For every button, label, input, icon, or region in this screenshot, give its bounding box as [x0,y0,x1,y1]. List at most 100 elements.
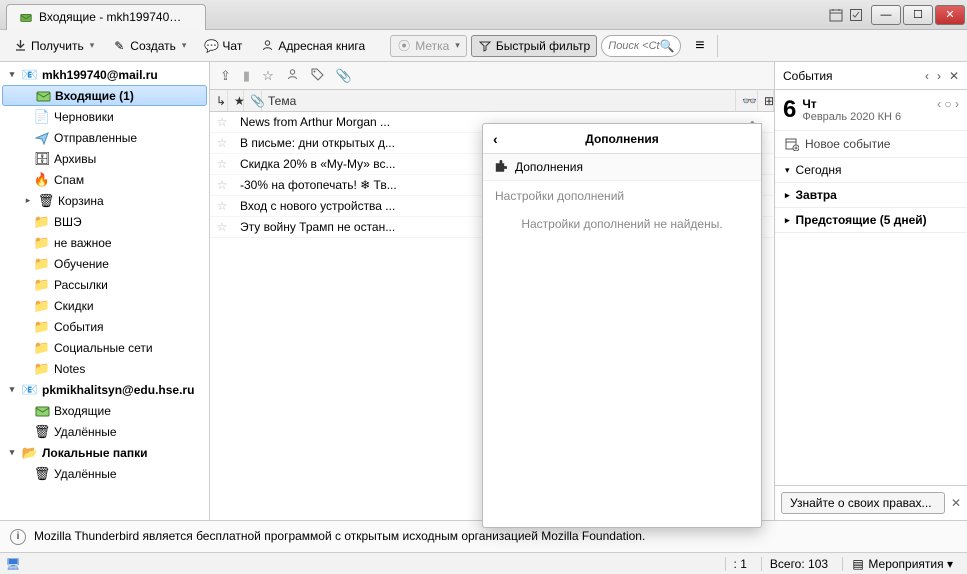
close-events-button[interactable]: ✕ [949,69,959,83]
close-icon[interactable]: ✕ [951,496,961,510]
folder-deleted[interactable]: 🗑Удалённые [0,463,209,484]
star-icon[interactable]: ☆ [210,136,234,150]
twisty-icon[interactable]: ▾ [6,69,18,80]
popup-title: Дополнения [585,132,658,146]
popup-addons-row[interactable]: Дополнения [483,154,761,181]
get-mail-button[interactable]: Получить▾ [6,35,101,57]
star-icon[interactable]: ☆ [210,115,234,129]
rights-button[interactable]: Узнайте о своих правах... [781,492,945,514]
window-buttons: — ☐ ✕ [869,5,965,25]
folder-generic[interactable]: 📁ВШЭ [0,211,209,232]
local-folders-icon: 📂 [22,445,38,461]
trash-icon: 🗑 [38,193,54,209]
app-menu-button[interactable]: ≡ [689,35,710,57]
unread-filter-icon[interactable]: ▮ [243,68,250,84]
folder-drafts[interactable]: 📄Черновики [0,106,209,127]
pin-icon[interactable]: ⇪ [220,68,231,84]
addon-icon [493,160,507,174]
new-event-button[interactable]: Новое событие [775,131,967,158]
twisty-icon[interactable]: ▸ [22,195,34,206]
chevron-down-icon[interactable]: ▾ [90,40,95,51]
next-button[interactable]: › [937,69,941,83]
pencil-icon: ✎ [112,39,126,53]
star-icon[interactable]: ☆ [210,157,234,171]
quick-filter-button[interactable]: Быстрый фильтр [471,35,597,57]
col-read[interactable]: 👓 [736,90,758,111]
folder-generic[interactable]: 📁Notes [0,358,209,379]
agenda-icon: ▤ [851,557,865,571]
close-button[interactable]: ✕ [935,5,965,25]
col-picker[interactable]: ⊞ [758,90,774,111]
maximize-button[interactable]: ☐ [903,5,933,25]
twisty-icon[interactable]: ▾ [6,384,18,395]
today-section[interactable]: ▾Сегодня [775,158,967,183]
trash-icon: 🗑 [34,466,50,482]
window-tab[interactable]: Входящие - mkh199740@mail.r [6,4,206,30]
status-bar: 🖥 : 1 Всего: 103 ▤ Мероприятия ▾ [0,552,967,574]
tasks-icon[interactable] [849,8,863,22]
folder-inbox[interactable]: Входящие (1) [2,85,207,106]
agenda-toggle[interactable]: ▤ Мероприятия ▾ [842,557,961,571]
addons-popup: ‹ Дополнения Дополнения Настройки дополн… [482,123,762,528]
folder-generic[interactable]: 📁Обучение [0,253,209,274]
folder-spam[interactable]: 🔥Спам [0,169,209,190]
day-of-week: Чт [802,97,816,111]
col-subject[interactable]: Тема [262,90,736,111]
folder-generic[interactable]: 📁Рассылки [0,274,209,295]
folder-icon: 📁 [34,319,50,335]
folder-trash[interactable]: ▸🗑Корзина [0,190,209,211]
folder-sent[interactable]: Отправленные [0,127,209,148]
chat-button[interactable]: 💬 Чат [197,35,249,57]
star-icon[interactable]: ☆ [210,220,234,234]
folder-icon: 📁 [34,214,50,230]
star-filter-icon[interactable]: ☆ [262,68,274,84]
events-header: События ‹ › ✕ [775,62,967,90]
col-attachment[interactable]: 📎 [244,90,262,111]
inbox-icon [34,403,50,419]
online-status-icon[interactable]: 🖥 [6,557,20,571]
mail-account-icon: 📧 [22,382,38,398]
minimize-button[interactable]: — [871,5,901,25]
chevron-down-icon[interactable]: ▾ [182,40,187,51]
prev-button[interactable]: ‹ [925,69,929,83]
inbox-icon [35,88,51,104]
global-search[interactable]: 🔍 [601,35,681,57]
calendar-icon[interactable] [829,8,843,22]
upcoming-section[interactable]: ▸Предстоящие (5 дней) [775,208,967,233]
chevron-down-icon[interactable]: ▾ [455,40,460,51]
folder-inbox[interactable]: Входящие [0,400,209,421]
folder-generic[interactable]: 📁Социальные сети [0,337,209,358]
contact-filter-icon[interactable] [286,68,299,84]
chevron-down-icon: ▾ [947,557,953,571]
date-display: 6 Чт ‹ ○ › Февраль 2020 КН 6 [775,90,967,131]
twisty-icon[interactable]: ▾ [6,447,18,458]
folder-icon: 📁 [34,235,50,251]
search-input[interactable] [608,40,660,52]
events-title: События [783,69,833,83]
folder-generic[interactable]: 📁События [0,316,209,337]
archive-icon: 🗄 [34,151,50,167]
col-thread[interactable]: ↳ [210,90,228,111]
quick-filter-bar: ⇪ ▮ ☆ 📎 [210,62,774,90]
info-icon: i [10,529,26,545]
folder-archives[interactable]: 🗄Архивы [0,148,209,169]
folder-generic[interactable]: 📁не важное [0,232,209,253]
tomorrow-section[interactable]: ▸Завтра [775,183,967,208]
addressbook-button[interactable]: Адресная книга [253,35,372,57]
folder-icon: 📁 [34,256,50,272]
star-icon[interactable]: ☆ [210,199,234,213]
tag-filter-icon[interactable] [311,68,324,84]
main-toolbar: Получить▾ ✎ Создать▾ 💬 Чат Адресная книг… [0,30,967,62]
attachment-filter-icon[interactable]: 📎 [336,68,352,84]
account-row[interactable]: ▾ 📧 pkmikhalitsyn@edu.hse.ru [0,379,209,400]
col-star[interactable]: ★ [228,90,244,111]
folder-generic[interactable]: 📁Скидки [0,295,209,316]
popup-header: ‹ Дополнения [483,124,761,154]
folder-deleted[interactable]: 🗑Удалённые [0,421,209,442]
local-folders-row[interactable]: ▾ 📂 Локальные папки [0,442,209,463]
back-button[interactable]: ‹ [493,131,498,147]
star-icon[interactable]: ☆ [210,178,234,192]
create-button[interactable]: ✎ Создать▾ [105,35,193,57]
tag-button[interactable]: ⦿ Метка▾ [390,35,467,57]
account-row[interactable]: ▾ 📧 mkh199740@mail.ru [0,64,209,85]
